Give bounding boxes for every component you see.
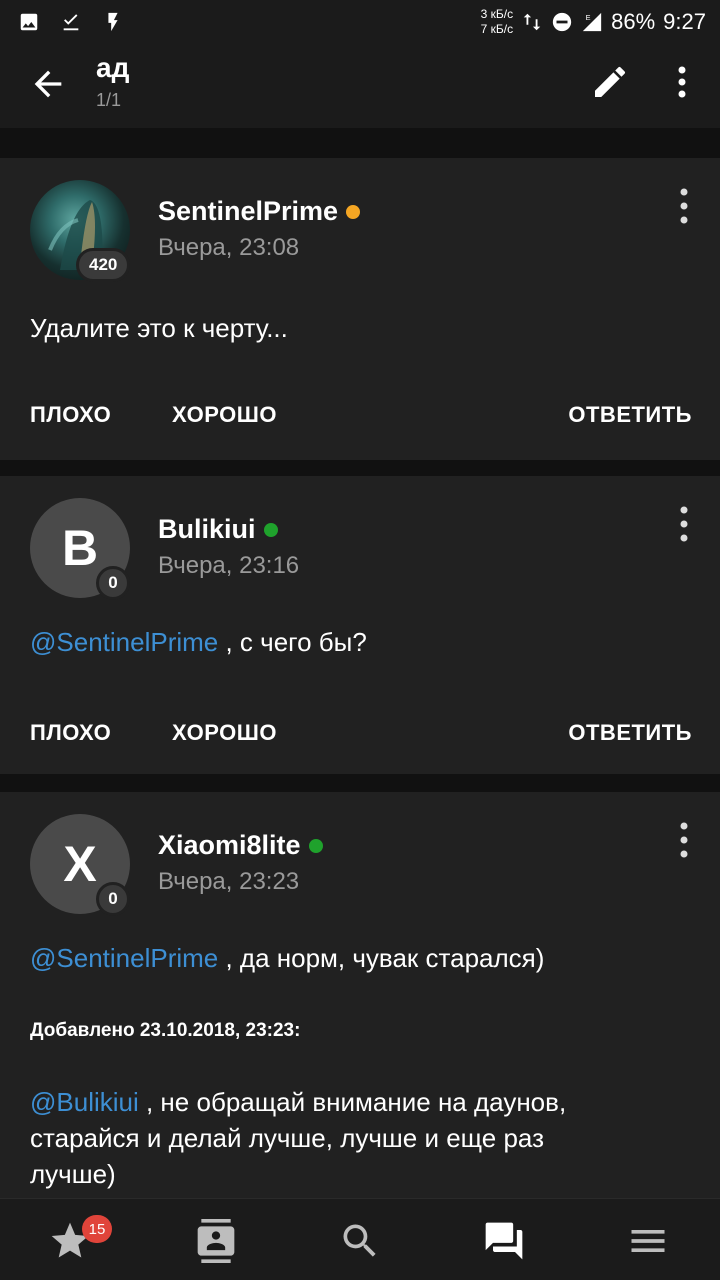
- dnd-icon: [552, 12, 572, 32]
- reputation-badge: 0: [96, 566, 130, 600]
- post-body-text: старайся и делай лучше, лучше и еще раз: [30, 1123, 544, 1153]
- reply-button[interactable]: ОТВЕТИТЬ: [568, 720, 692, 746]
- good-button[interactable]: ХОРОШО: [172, 402, 277, 428]
- post-more-icon[interactable]: [668, 184, 700, 228]
- post-author[interactable]: Bulikiui: [158, 514, 278, 545]
- author-name: Xiaomi8lite: [158, 830, 301, 860]
- reputation-badge: 420: [76, 248, 131, 282]
- back-arrow-icon[interactable]: [28, 64, 68, 104]
- post-body-text: , да норм, чувак старался): [218, 943, 545, 973]
- page-title: ад: [96, 52, 130, 83]
- author-name: SentinelPrime: [158, 196, 339, 226]
- post-body-text: , с чего бы?: [218, 627, 367, 657]
- more-vert-icon[interactable]: [668, 62, 696, 102]
- clock: 9:27: [663, 9, 706, 34]
- reputation-badge: 0: [96, 882, 130, 916]
- status-dot: [263, 522, 278, 537]
- post-time: Вчера, 23:08: [158, 234, 300, 261]
- post-actions: ПЛОХО ХОРОШО ОТВЕТИТЬ: [0, 720, 720, 760]
- post-card: B 0 Bulikiui Вчера, 23:16 @SentinelPrime…: [0, 476, 720, 774]
- post-author[interactable]: SentinelPrime: [158, 196, 361, 227]
- status-dot: [346, 204, 361, 219]
- reply-button[interactable]: ОТВЕТИТЬ: [568, 402, 692, 428]
- favorites-badge: 15: [82, 1215, 112, 1243]
- post-card: 420 SentinelPrime Вчера, 23:08 Удалите э…: [0, 158, 720, 460]
- net-down-text: 7 кБ/с: [480, 22, 514, 36]
- post-body-continued: @Bulikiui , не обращай внимание на дауно…: [30, 1084, 566, 1192]
- menu-icon[interactable]: [626, 1219, 670, 1263]
- forum-icon[interactable]: [482, 1219, 526, 1263]
- post-time: Вчера, 23:23: [158, 868, 300, 895]
- flash-icon: [108, 12, 118, 32]
- bad-button[interactable]: ПЛОХО: [30, 720, 111, 746]
- check-download-icon: [63, 14, 79, 31]
- added-label: Добавлено 23.10.2018, 23:23:: [30, 1020, 301, 1041]
- mention-link[interactable]: @Bulikiui: [30, 1087, 139, 1117]
- data-transfer-icon: [523, 13, 541, 31]
- post-actions: ПЛОХО ХОРОШО ОТВЕТИТЬ: [0, 402, 720, 442]
- post-body: @SentinelPrime , с чего бы?: [30, 624, 367, 660]
- post-body-text: , не обращай внимание на даунов,: [138, 1087, 567, 1117]
- post-more-icon[interactable]: [668, 502, 700, 546]
- app-bar: ад 1/1: [0, 44, 720, 128]
- svg-text:E: E: [586, 13, 591, 22]
- post-body-text: лучше): [30, 1159, 116, 1189]
- image-icon: [20, 13, 38, 31]
- post-author[interactable]: Xiaomi8lite: [158, 830, 323, 861]
- status-dot: [308, 838, 323, 853]
- post-body: @SentinelPrime , да норм, чувак старался…: [30, 940, 544, 976]
- bad-button[interactable]: ПЛОХО: [30, 402, 111, 428]
- page-counter: 1/1: [96, 90, 122, 110]
- battery-percent: 86%: [611, 9, 656, 34]
- post-card: X 0 Xiaomi8lite Вчера, 23:23 @SentinelPr…: [0, 792, 720, 1198]
- network-speed: 3 кБ/с 7 кБ/с: [481, 7, 513, 37]
- net-up-text: 3 кБ/с: [480, 7, 514, 21]
- search-icon[interactable]: [338, 1219, 382, 1263]
- contacts-icon[interactable]: [194, 1219, 238, 1263]
- mention-link[interactable]: @SentinelPrime: [30, 943, 218, 973]
- post-time: Вчера, 23:16: [158, 552, 300, 579]
- mention-link[interactable]: @SentinelPrime: [30, 627, 218, 657]
- post-more-icon[interactable]: [668, 818, 700, 862]
- good-button[interactable]: ХОРОШО: [172, 720, 277, 746]
- bottom-navigation: 15: [0, 1198, 720, 1280]
- status-bar: 3 кБ/с 7 кБ/с E 86% 9:27: [0, 0, 720, 44]
- edit-icon[interactable]: [590, 62, 630, 102]
- signal-icon: E: [582, 12, 602, 32]
- author-name: Bulikiui: [158, 514, 256, 544]
- post-body: Удалите это к черту...: [30, 313, 288, 343]
